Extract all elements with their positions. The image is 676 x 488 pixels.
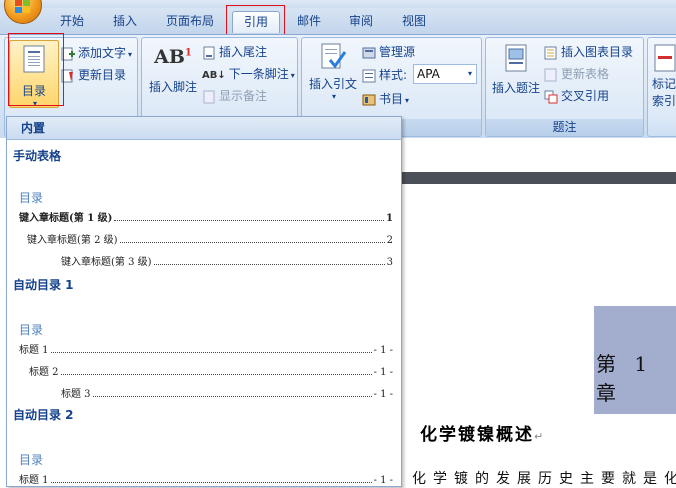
add-text-icon (61, 47, 75, 60)
office-logo-icon (15, 0, 31, 14)
paragraph-mark-icon: ↵ (534, 430, 546, 443)
insert-endnote-button[interactable]: 插入尾注 (202, 43, 267, 60)
next-footnote-icon: AB↓ (202, 70, 226, 81)
citation-style-dropdown[interactable]: APA ▾ (413, 64, 477, 84)
tab-view[interactable]: 视图 (394, 11, 434, 33)
manage-sources-button[interactable]: 管理源 (362, 43, 415, 60)
add-text-button[interactable]: 添加文字 ▾ (61, 44, 132, 61)
chevron-down-icon: ▾ (331, 92, 336, 101)
tab-references[interactable]: 引用 (232, 11, 280, 33)
toc-preview-line: 标题 1- 1 - (19, 475, 393, 486)
toc-gallery-dropdown: 内置 手动表格 目录 键入章标题(第 1 级) 1 键入章标题(第 2 级) 2 键… (6, 116, 402, 487)
toc-document-icon (23, 45, 45, 73)
show-notes-icon (203, 90, 215, 103)
toc-button[interactable]: 目录 ▾ (9, 40, 59, 108)
toc-button-label: 目录 (21, 84, 46, 98)
tab-mailings[interactable]: 邮件 (290, 11, 328, 33)
mark-entry-label-2: 索引项 (652, 94, 676, 108)
tab-page-layout[interactable]: 页面布局 (158, 11, 222, 33)
insert-footnote-button[interactable]: AB1 插入脚注 (144, 46, 202, 95)
next-footnote-button[interactable]: AB↓ 下一条脚注 ▾ (202, 65, 295, 82)
horizontal-ruler (400, 172, 676, 184)
insert-table-of-figures-button[interactable]: 插入图表目录 (544, 43, 633, 60)
toc-preview-line: 键入章标题(第 1 级) 1 (19, 213, 393, 224)
update-toc-button[interactable]: 更新目录 (61, 66, 126, 83)
gallery-section-header: 内置 (7, 117, 401, 140)
cross-reference-icon (544, 90, 558, 103)
manage-sources-icon (362, 47, 376, 58)
show-notes-button[interactable]: 显示备注 (202, 87, 267, 104)
tab-home[interactable]: 开始 (52, 11, 92, 33)
tab-review[interactable]: 审阅 (342, 11, 380, 33)
caption-icon (505, 44, 527, 72)
tab-insert[interactable]: 插入 (104, 11, 146, 33)
auto-toc-2-title: 自动目录 2 (13, 408, 74, 422)
manual-table-option[interactable]: 目录 键入章标题(第 1 级) 1 键入章标题(第 2 级) 2 键入章标题(第 3… (19, 165, 393, 269)
cross-reference-button[interactable]: 交叉引用 (544, 87, 609, 104)
auto-toc-2-option[interactable]: 目录 标题 1- 1 - (19, 427, 393, 486)
chevron-down-icon: ▾ (467, 69, 472, 78)
document-body-text: 化学镀的发展历史主要就是化 (412, 471, 676, 487)
mark-entry-button[interactable]: 标记 索引项 (652, 44, 676, 109)
insert-citation-button[interactable]: 插入引文 ▾ (304, 42, 362, 101)
insert-caption-button[interactable]: 插入题注 (488, 44, 544, 96)
insert-caption-label: 插入题注 (491, 81, 540, 95)
table-of-figures-icon (544, 46, 557, 59)
mark-entry-icon (654, 44, 676, 72)
update-table-button[interactable]: 更新表格 (544, 65, 609, 82)
citation-icon (321, 43, 347, 69)
bibliography-icon (362, 94, 376, 105)
mark-entry-label-1: 标记 (652, 77, 676, 91)
ribbon-tab-bar: 开始 插入 页面布局 引用 邮件 审阅 视图 (0, 8, 676, 34)
group-captions: 插入题注 插入图表目录 更新表格 交叉引用 题注 (485, 37, 644, 137)
chapter-title: 第 1 章 (596, 352, 654, 405)
auto-toc-1-option[interactable]: 目录 标题 1- 1 - 标题 2- 1 - 标题 3- 1 - (19, 297, 393, 401)
toc-preview-line: 键入章标题(第 3 级) 3 (61, 257, 393, 268)
toc-preview-line: 标题 1- 1 - (19, 345, 393, 356)
style-icon (362, 69, 376, 82)
chevron-down-icon: ▾ (32, 99, 37, 108)
style-selector[interactable]: 样式: (362, 66, 407, 83)
toc-preview-line: 键入章标题(第 2 级) 2 (27, 235, 393, 246)
toc-preview-line: 标题 3- 1 - (61, 389, 393, 400)
toc-preview-line: 标题 2- 1 - (29, 367, 393, 378)
bibliography-button[interactable]: 书目 ▾ (362, 90, 409, 107)
insert-citation-label: 插入引文 (308, 77, 357, 91)
document-heading: 化学镀镍概述↵ (420, 425, 546, 445)
auto-toc-1-title: 自动目录 1 (13, 278, 74, 292)
update-table-icon (544, 68, 557, 81)
update-toc-icon (61, 69, 73, 82)
captions-group-label: 题注 (486, 119, 643, 136)
footnote-ab-icon: AB1 (154, 46, 192, 68)
insert-footnote-label: 插入脚注 (148, 80, 197, 94)
manual-table-title: 手动表格 (13, 149, 62, 163)
group-index: 标记 索引项 (647, 37, 676, 137)
endnote-icon (203, 46, 215, 59)
